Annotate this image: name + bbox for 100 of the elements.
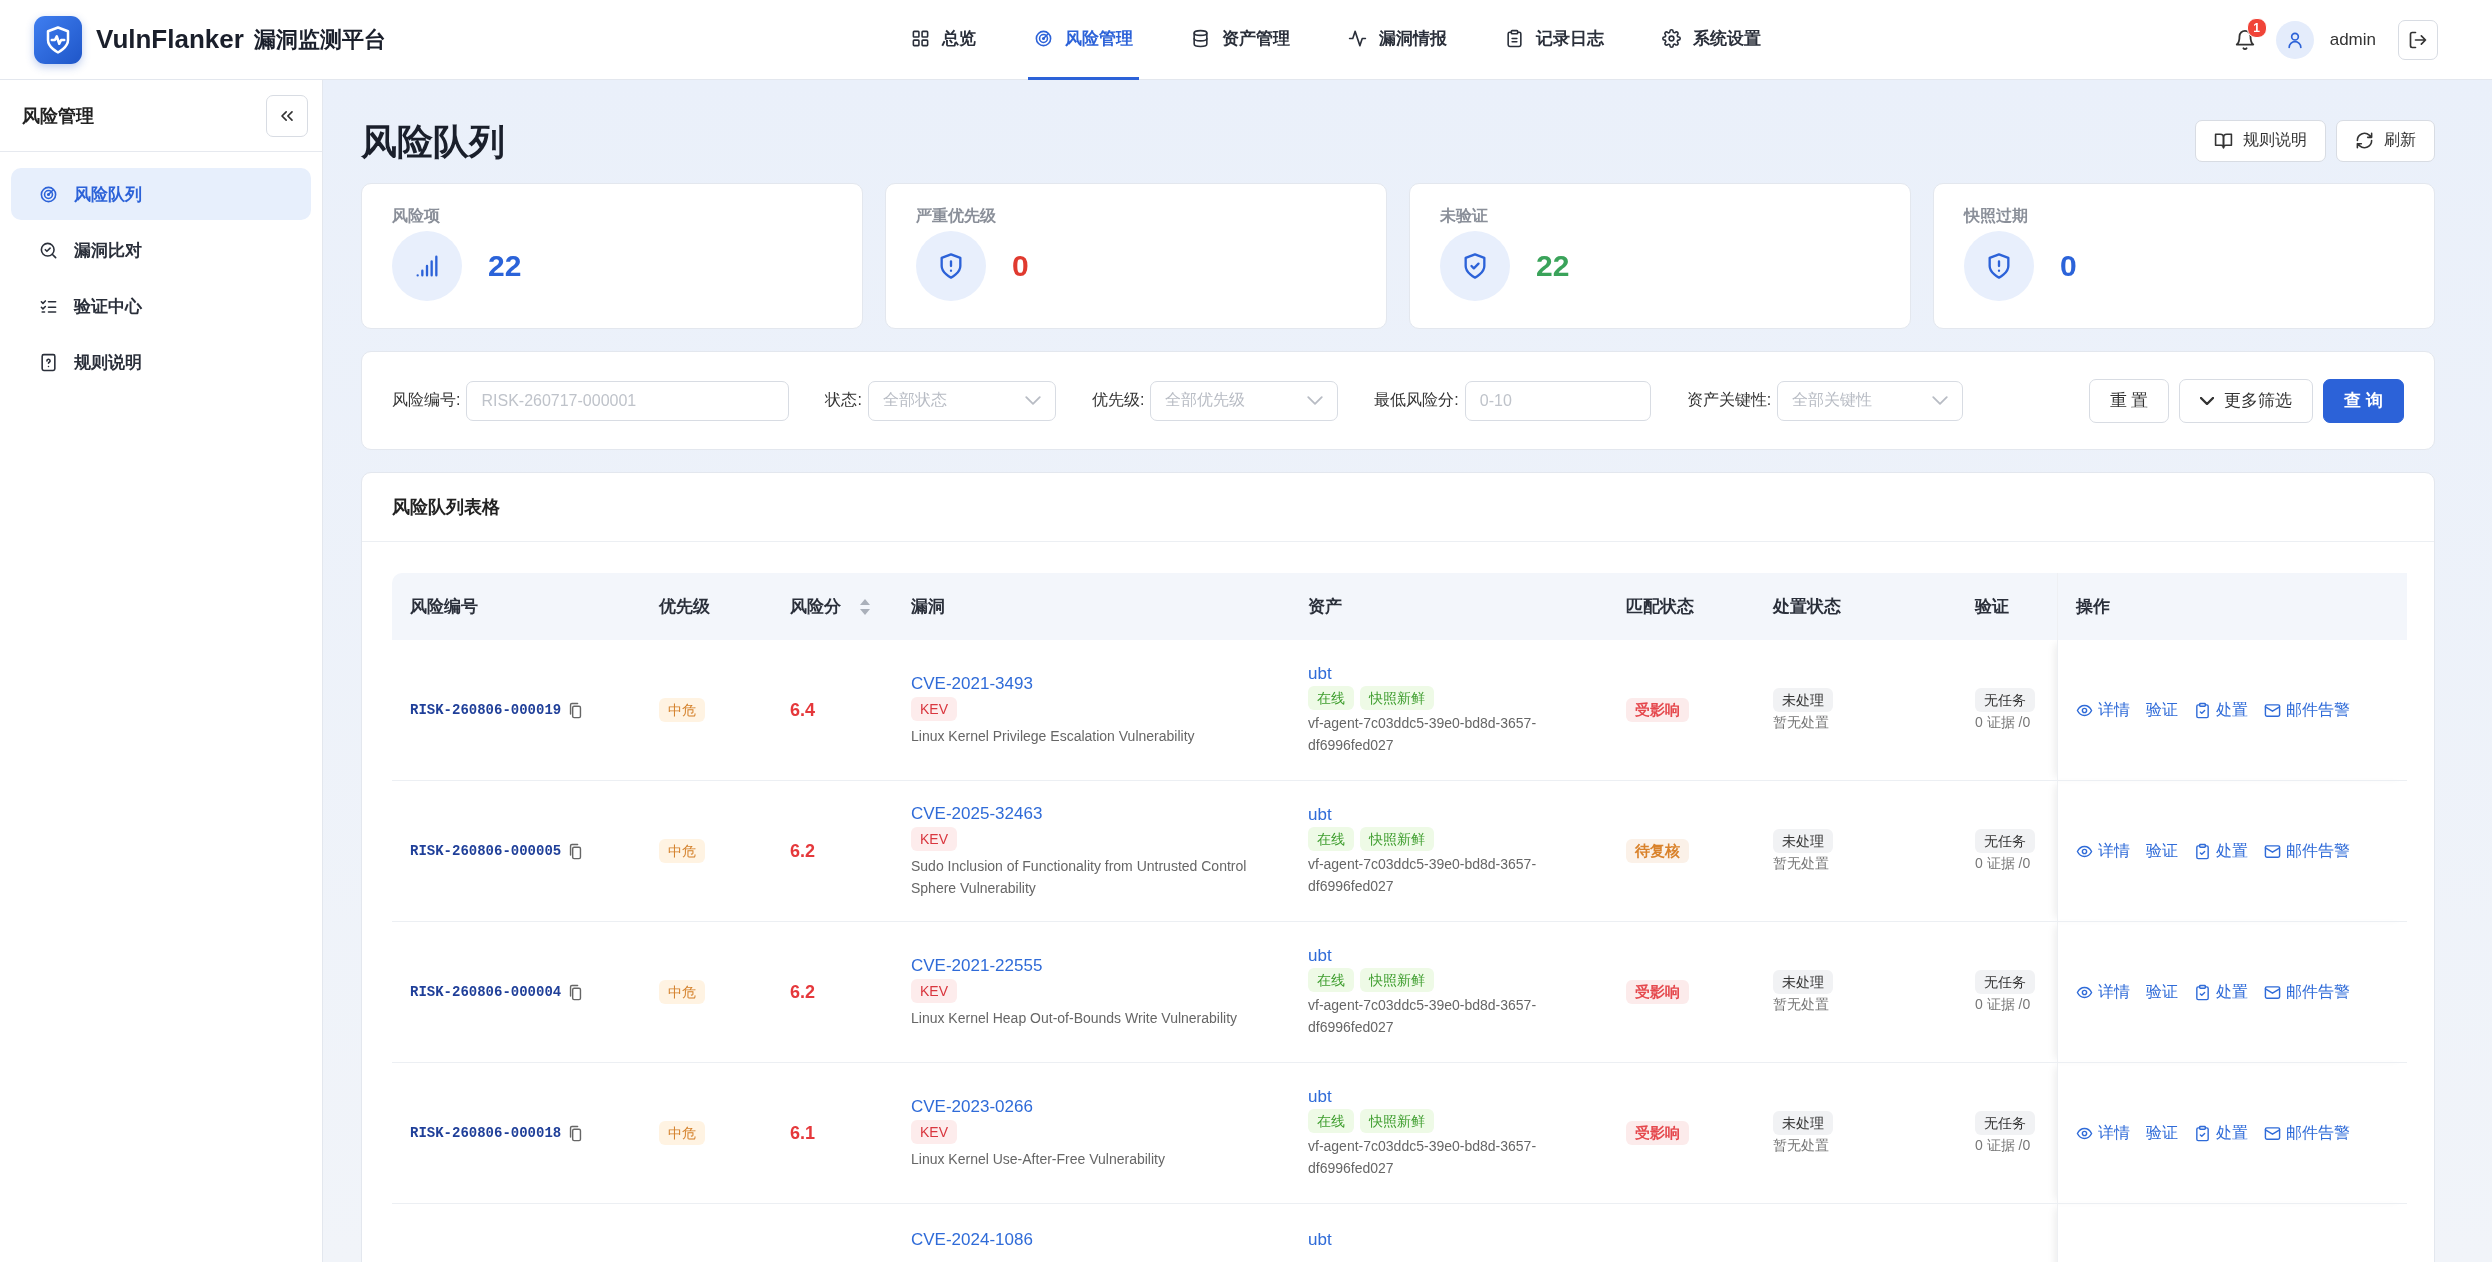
- input-field[interactable]: RISK-260717-000001: [466, 380, 790, 421]
- nav-tab[interactable]: 系统设置: [1656, 0, 1768, 80]
- clipboard-icon: [1505, 28, 1525, 48]
- mail-icon: [2263, 842, 2281, 860]
- help-document-icon: [39, 352, 58, 372]
- table-title: 风险队列表格: [392, 496, 500, 519]
- asset-status-tag: 快照新鲜: [1360, 968, 1434, 992]
- stat-value: 0: [1012, 249, 1029, 283]
- vulnerability-title: Sudo Inclusion of Functionality from Untrusted Control Sphere Vulnerability: [911, 856, 1248, 898]
- agent-id: vf-agent-7c03ddc5-39e0-bd8d-3657-df6996fed027: [1308, 714, 1538, 755]
- risk-id: RISK-260806-000004: [410, 984, 562, 1000]
- action-link[interactable]: 邮件告警: [2263, 840, 2350, 862]
- action-link[interactable]: 详情: [2075, 699, 2130, 721]
- disposition-note: 暂无处置: [1773, 855, 1830, 873]
- action-link[interactable]: 验证: [2145, 699, 2178, 721]
- asset-link[interactable]: ubt: [1308, 1087, 1332, 1107]
- stat-label: 风险项: [392, 206, 441, 226]
- asset-link[interactable]: ubt: [1308, 1230, 1332, 1250]
- asset-status-tag: 在线: [1308, 1109, 1354, 1133]
- refresh-button[interactable]: 刷新: [2336, 119, 2435, 162]
- clipboard-check-icon: [2193, 701, 2211, 719]
- sidebar-item[interactable]: 验证中心: [11, 280, 311, 332]
- more-filters-button[interactable]: 更多筛选: [2179, 378, 2314, 423]
- nav-tab[interactable]: 漏洞情报: [1342, 0, 1454, 80]
- action-link[interactable]: 处置: [2193, 840, 2248, 862]
- rules-button[interactable]: 规则说明: [2195, 119, 2326, 162]
- priority-tag: 中危: [659, 1121, 705, 1145]
- pulse-icon: [1348, 28, 1368, 48]
- bell-icon[interactable]: [2233, 28, 2256, 51]
- verification-tag: 无任务: [1975, 1111, 2035, 1135]
- nav-tab[interactable]: 资产管理: [1185, 0, 1297, 80]
- brand-name: VulnFlanker: [96, 24, 244, 55]
- column-header: 验证: [1975, 597, 2009, 616]
- match-status-tag: 受影响: [1626, 980, 1689, 1004]
- verification-tag: 无任务: [1975, 688, 2035, 712]
- column-header: 风险分: [790, 596, 841, 618]
- search-button[interactable]: 查 询: [2323, 378, 2404, 423]
- input-field[interactable]: 0-10: [1464, 380, 1651, 421]
- reset-button[interactable]: 重 置: [2088, 378, 2170, 423]
- column-header: 优先级: [659, 597, 710, 616]
- mail-icon: [2263, 701, 2281, 719]
- cve-link[interactable]: CVE-2024-1086: [911, 1230, 1033, 1250]
- field-label: 最低风险分:: [1374, 390, 1459, 410]
- asset-link[interactable]: ubt: [1308, 946, 1332, 966]
- evidence-count: 0 证据 /0: [1975, 1137, 2032, 1155]
- action-link[interactable]: 邮件告警: [2263, 699, 2350, 721]
- database-icon: [1191, 28, 1211, 48]
- action-link[interactable]: 处置: [2193, 699, 2248, 721]
- radar-icon: [1034, 28, 1054, 48]
- action-link[interactable]: 验证: [2145, 981, 2178, 1003]
- chevron-down-icon: [1307, 396, 1324, 405]
- sidebar-item[interactable]: 风险队列: [11, 168, 311, 220]
- action-link[interactable]: 验证: [2145, 1122, 2178, 1144]
- action-link[interactable]: 邮件告警: [2263, 981, 2350, 1003]
- field-label: 状态:: [825, 390, 862, 410]
- asset-link[interactable]: ubt: [1308, 805, 1332, 825]
- notification-badge: 1: [2246, 17, 2267, 38]
- cve-link[interactable]: CVE-2023-0266: [911, 1096, 1033, 1117]
- asset-status-tag: 快照新鲜: [1360, 827, 1434, 851]
- brand-subtitle: 漏洞监测平台: [253, 25, 386, 54]
- cve-link[interactable]: CVE-2025-32463: [911, 803, 1043, 824]
- asset-link[interactable]: ubt: [1308, 664, 1332, 684]
- priority-tag: 中危: [659, 980, 705, 1004]
- cve-link[interactable]: CVE-2021-3493: [911, 673, 1033, 694]
- nav-tab[interactable]: 记录日志: [1499, 0, 1611, 80]
- agent-id: vf-agent-7c03ddc5-39e0-bd8d-3657-df6996fed027: [1308, 1137, 1538, 1178]
- stat-value: 22: [1536, 249, 1570, 283]
- action-link[interactable]: 验证: [2145, 840, 2178, 862]
- action-link[interactable]: 处置: [2193, 1122, 2248, 1144]
- sidebar-item[interactable]: 漏洞比对: [11, 224, 311, 276]
- risk-score: 6.4: [790, 699, 816, 720]
- risk-id: RISK-260806-000019: [410, 702, 562, 718]
- disposition-note: 暂无处置: [1773, 1137, 1830, 1155]
- user-name[interactable]: admin: [2329, 29, 2376, 50]
- kev-tag: KEV: [911, 978, 957, 1003]
- action-link[interactable]: 详情: [2075, 840, 2130, 862]
- action-link[interactable]: 详情: [2075, 981, 2130, 1003]
- asset-status-tag: 在线: [1308, 968, 1354, 992]
- nav-tab[interactable]: 总览: [905, 0, 983, 80]
- stat-value: 22: [488, 249, 522, 283]
- action-link[interactable]: 邮件告警: [2263, 1122, 2350, 1144]
- disposition-tag: 未处理: [1773, 688, 1833, 712]
- logout-button[interactable]: [2398, 19, 2438, 60]
- field-label: 资产关键性:: [1686, 390, 1772, 410]
- radar-icon: [39, 184, 58, 204]
- action-link[interactable]: 详情: [2075, 1122, 2130, 1144]
- stat-label: 快照过期: [1964, 206, 2029, 226]
- verification-tag: 无任务: [1975, 970, 2035, 994]
- action-link[interactable]: 处置: [2193, 981, 2248, 1003]
- asset-status-tag: 在线: [1308, 827, 1354, 851]
- stat-value: 0: [2060, 249, 2077, 283]
- collapse-button[interactable]: [266, 94, 308, 137]
- match-status-tag: 受影响: [1626, 1121, 1689, 1145]
- cve-link[interactable]: CVE-2021-22555: [911, 955, 1043, 976]
- mail-icon: [2263, 983, 2281, 1001]
- column-header: 漏洞: [911, 597, 945, 616]
- clipboard-check-icon: [2193, 983, 2211, 1001]
- sidebar-item[interactable]: 规则说明: [11, 336, 311, 388]
- chevron-down-icon: [2200, 396, 2215, 405]
- refresh-icon: [2355, 131, 2374, 150]
